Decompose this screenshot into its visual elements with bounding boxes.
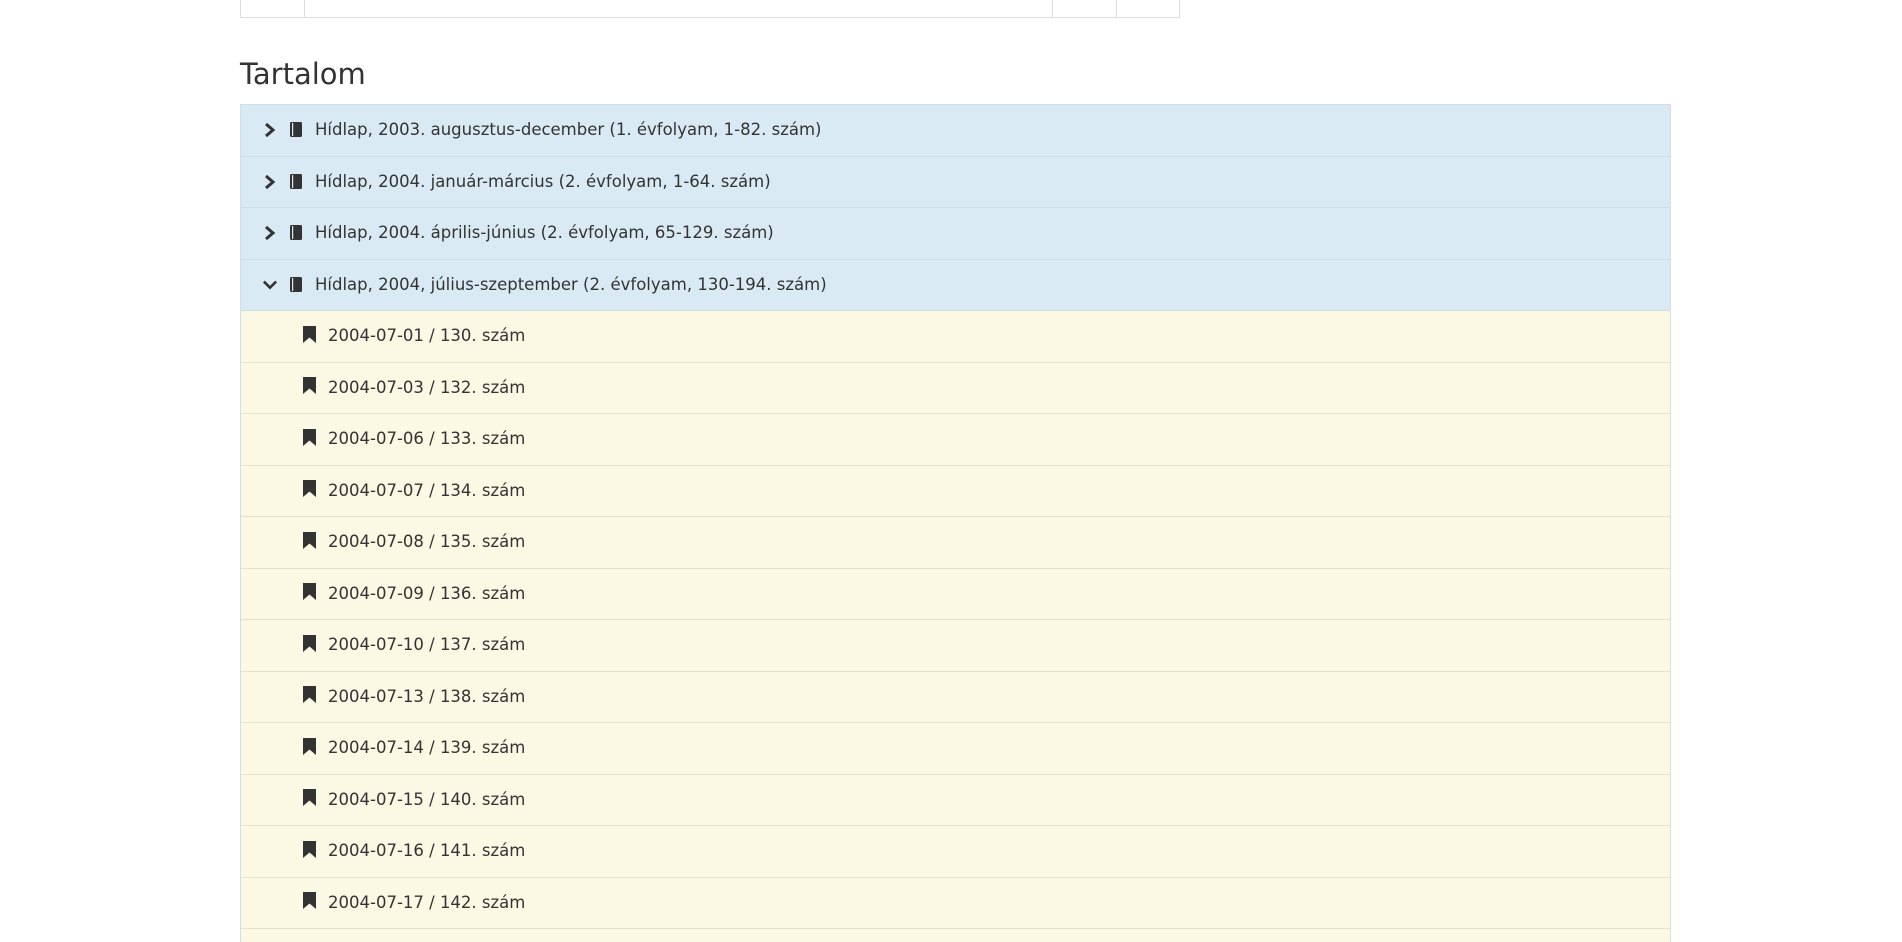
table-cell	[241, 0, 305, 17]
chevron-right-icon[interactable]	[263, 226, 277, 241]
book-icon	[289, 225, 303, 241]
issue-row[interactable]: 2004-07-13 / 138. szám	[241, 671, 1670, 723]
bookmark-icon	[303, 892, 316, 910]
bookmark-icon	[303, 531, 316, 549]
book-icon	[289, 173, 303, 190]
bookmark-icon	[303, 325, 316, 343]
issue-label: 2004-07-17 / 142. szám	[328, 892, 526, 912]
issue-label: 2004-07-15 / 140. szám	[328, 789, 526, 809]
issue-label: 2004-07-06 / 133. szám	[328, 429, 526, 448]
volume-row[interactable]: Hídlap, 2003. augusztus-december (1. évf…	[241, 105, 1670, 157]
issue-row[interactable]: 2004-07-01 / 130. szám	[241, 311, 1670, 363]
chevron-right-icon[interactable]	[263, 174, 277, 189]
issue-row[interactable]: 2004-07-09 / 136. szám	[241, 568, 1670, 620]
bookmark-icon	[303, 634, 316, 652]
previous-table-bottom	[240, 0, 1180, 18]
table-cell	[305, 0, 1053, 17]
issue-label: 2004-07-13 / 138. szám	[328, 686, 526, 706]
volume-label: Hídlap, 2003. augusztus-december (1. évf…	[315, 120, 822, 139]
bookmark-icon	[303, 480, 316, 498]
issue-label: 2004-07-09 / 136. szám	[328, 583, 526, 603]
bookmark-icon	[303, 737, 316, 755]
chevron-right-icon[interactable]	[263, 123, 277, 138]
volume-row-expanded[interactable]: Hídlap, 2004, július-szeptember (2. évfo…	[241, 259, 1670, 311]
volume-row[interactable]: Hídlap, 2004. április-június (2. évfolya…	[241, 208, 1670, 260]
bookmark-icon	[303, 583, 316, 601]
issue-row[interactable]: 2004-07-03 / 132. szám	[241, 362, 1670, 414]
bookmark-icon	[303, 428, 316, 446]
page: Tartalom Hídlap, 2003. augusztus-decembe…	[0, 0, 1902, 942]
book-icon	[289, 122, 303, 138]
volume-row[interactable]: Hídlap, 2004. január-március (2. évfolya…	[241, 156, 1670, 208]
issue-row[interactable]: 2004-07-07 / 134. szám	[241, 465, 1670, 517]
volume-label: Hídlap, 2004. április-június (2. évfolya…	[315, 223, 774, 242]
issue-row[interactable]: 2004-07-08 / 135. szám	[241, 517, 1670, 569]
issue-row[interactable]: 2004-07-15 / 140. szám	[241, 774, 1670, 826]
issue-label: 2004-07-08 / 135. szám	[328, 532, 526, 551]
table-cell	[1117, 0, 1179, 17]
issue-row[interactable]: 2004-07-16 / 141. szám	[241, 826, 1670, 878]
issue-row[interactable]: 2004-07-06 / 133. szám	[241, 414, 1670, 466]
issue-row[interactable]: 2004-07-10 / 137. szám	[241, 620, 1670, 672]
issue-label: 2004-07-14 / 139. szám	[328, 738, 526, 757]
issue-row[interactable]: 2004-07-17 / 142. szám	[241, 877, 1670, 929]
section-title: Tartalom	[240, 57, 366, 91]
volume-label: Hídlap, 2004. január-március (2. évfolya…	[315, 171, 771, 191]
issue-label: 2004-07-07 / 134. szám	[328, 480, 526, 500]
issue-row-partial[interactable]	[241, 929, 1670, 942]
volume-label: Hídlap, 2004, július-szeptember (2. évfo…	[315, 274, 827, 294]
bookmark-icon	[303, 840, 316, 858]
bookmark-icon	[303, 789, 316, 807]
book-icon	[289, 276, 303, 293]
bookmark-icon	[303, 377, 316, 395]
issue-label: 2004-07-03 / 132. szám	[328, 377, 526, 397]
issue-row[interactable]: 2004-07-14 / 139. szám	[241, 723, 1670, 775]
bookmark-icon	[303, 686, 316, 704]
contents-tree: Hídlap, 2003. augusztus-december (1. évf…	[240, 104, 1671, 942]
chevron-down-icon[interactable]	[263, 278, 277, 292]
issue-label: 2004-07-10 / 137. szám	[328, 635, 526, 654]
table-cell	[1053, 0, 1117, 17]
issue-label: 2004-07-16 / 141. szám	[328, 841, 526, 860]
issue-label: 2004-07-01 / 130. szám	[328, 326, 526, 345]
